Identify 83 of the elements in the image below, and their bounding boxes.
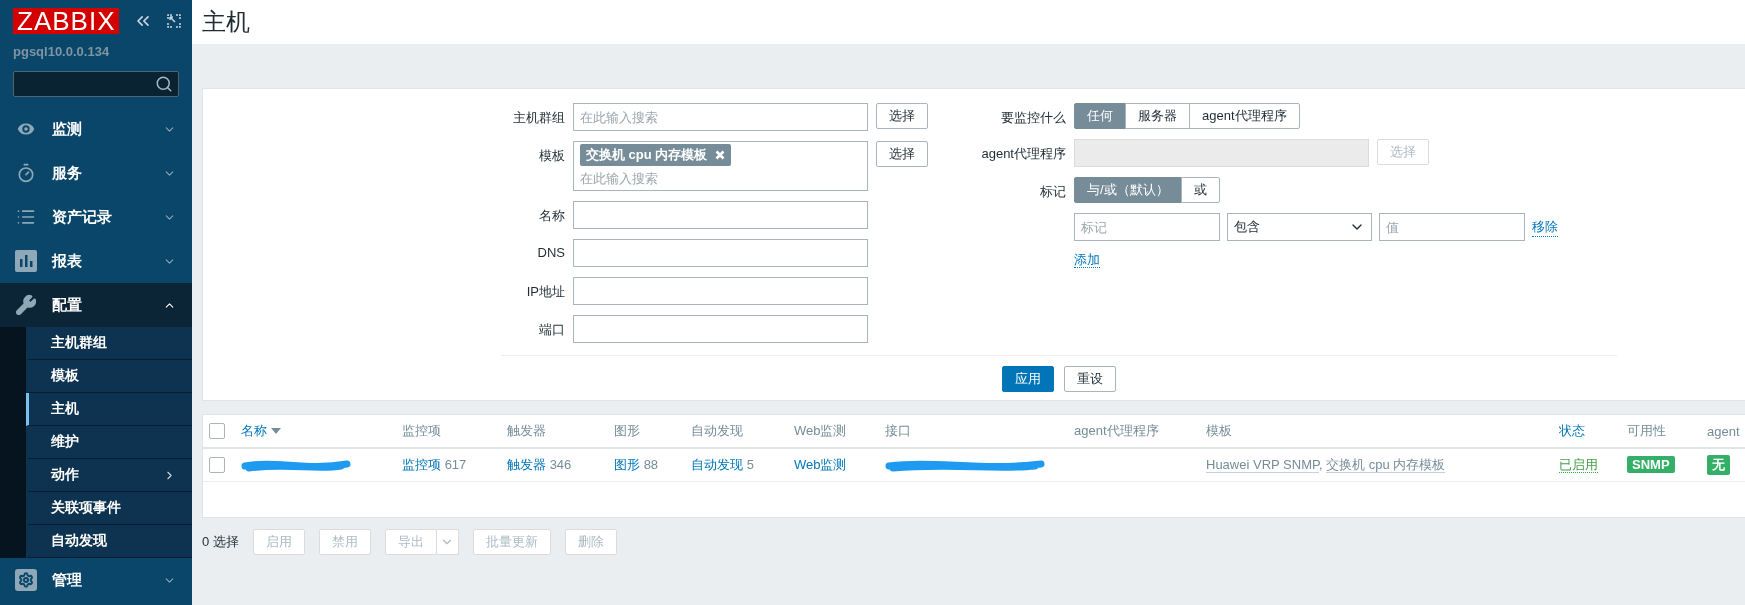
- segment-button[interactable]: 任何: [1074, 103, 1126, 129]
- field-label: 标记: [1039, 183, 1066, 201]
- menu-item[interactable]: 资产记录: [0, 195, 192, 239]
- selected-count: 0 选择: [202, 533, 239, 551]
- text-field[interactable]: [573, 201, 868, 229]
- search-field[interactable]: [13, 71, 179, 97]
- submenu-item[interactable]: 模板: [26, 360, 192, 393]
- status-link[interactable]: 已启用: [1559, 456, 1598, 473]
- count-text: 617: [443, 456, 467, 472]
- chart-icon: [14, 250, 38, 272]
- server-name: pgsql10.0.0.134: [12, 43, 111, 59]
- agent-badge: 无: [1707, 454, 1730, 475]
- submenu-item[interactable]: 主机群组: [26, 327, 192, 360]
- submenu-item[interactable]: 主机: [26, 393, 192, 426]
- multiselect-field[interactable]: 在此输入搜索: [573, 103, 868, 131]
- column-header: 图形: [608, 415, 685, 448]
- menu-item[interactable]: 配置: [0, 283, 192, 327]
- text-field[interactable]: [573, 239, 868, 267]
- apply-button[interactable]: 应用: [1002, 366, 1054, 392]
- remove-icon[interactable]: [715, 150, 726, 160]
- checkbox[interactable]: [209, 457, 225, 474]
- template-link[interactable]: Huawei VRP SNMP: [1206, 456, 1319, 473]
- submenu-item[interactable]: 自动发现: [26, 525, 192, 558]
- table-link[interactable]: 触发器: [507, 456, 546, 472]
- select-button[interactable]: 选择: [876, 103, 928, 129]
- checkbox[interactable]: [209, 423, 225, 440]
- column-header[interactable]: 状态: [1553, 415, 1621, 448]
- tag-field[interactable]: 标记: [1074, 213, 1220, 241]
- submenu-item[interactable]: 动作: [26, 459, 192, 492]
- select-button[interactable]: 选择: [876, 141, 928, 167]
- submenu-item[interactable]: 维护: [26, 426, 192, 459]
- availability-badge: SNMP: [1627, 456, 1675, 474]
- table-link[interactable]: Web监测: [794, 456, 847, 472]
- field-label: 名称: [538, 207, 565, 225]
- wrench-icon: [14, 294, 38, 316]
- count-text: 346: [548, 456, 572, 472]
- field-label: 端口: [538, 321, 565, 339]
- segment-button[interactable]: 或: [1180, 177, 1220, 203]
- field-label: IP地址: [525, 283, 565, 301]
- count-text: 88: [642, 456, 659, 472]
- selected-tag: 交换机 cpu 内存模板: [580, 144, 732, 166]
- field-label: 模板: [538, 147, 565, 165]
- remove-link[interactable]: 移除: [1532, 217, 1558, 237]
- search-icon: [155, 75, 173, 93]
- text-field[interactable]: [573, 315, 868, 343]
- table-link[interactable]: 图形: [614, 456, 640, 472]
- menu-item[interactable]: 管理: [0, 558, 192, 602]
- field-label: DNS: [536, 244, 565, 260]
- column-header: 可用性: [1621, 415, 1701, 448]
- sort-arrow-icon: [271, 427, 281, 435]
- menu-item[interactable]: 监测: [0, 107, 192, 151]
- column-header: 触发器: [501, 415, 608, 448]
- segment-button[interactable]: 服务器: [1125, 103, 1190, 129]
- expand-icon[interactable]: [167, 14, 182, 28]
- segment-button[interactable]: 与/或（默认）: [1074, 177, 1182, 203]
- zabbix-logo[interactable]: ZABBIX: [13, 8, 120, 34]
- reset-button[interactable]: 重设: [1064, 366, 1116, 392]
- column-header: 接口: [879, 415, 1068, 448]
- table-link[interactable]: 监控项: [402, 456, 441, 472]
- operator-select[interactable]: 包含: [1227, 213, 1372, 241]
- column-header: Web监测: [788, 415, 879, 448]
- value-field[interactable]: 值: [1379, 213, 1525, 241]
- multiselect-field[interactable]: 交换机 cpu 内存模板 在此输入搜索: [573, 141, 868, 191]
- column-header: agent: [1701, 415, 1745, 448]
- page-title: 主机: [202, 7, 250, 37]
- menu-item[interactable]: 报表: [0, 239, 192, 283]
- field-label: agent代理程序: [980, 145, 1066, 163]
- column-header: 监控项: [396, 415, 501, 448]
- column-header: 模板: [1200, 415, 1553, 448]
- text-field[interactable]: [573, 277, 868, 305]
- count-text: 5: [745, 456, 754, 472]
- submenu-item[interactable]: 关联项事件: [26, 492, 192, 525]
- segment-button[interactable]: agent代理程序: [1189, 103, 1300, 129]
- column-header[interactable]: 名称: [235, 415, 396, 448]
- column-header: 自动发现: [685, 415, 788, 448]
- field-label: 要监控什么: [1000, 109, 1066, 127]
- field-label: 主机群组: [512, 109, 565, 127]
- template-link[interactable]: 交换机 cpu 内存模板: [1326, 456, 1446, 473]
- gear-icon: [14, 569, 38, 591]
- table-link[interactable]: 自动发现: [691, 456, 743, 472]
- add-link[interactable]: 添加: [1074, 252, 1100, 268]
- menu-item[interactable]: 服务: [0, 151, 192, 195]
- column-header: agent代理程序: [1068, 415, 1200, 448]
